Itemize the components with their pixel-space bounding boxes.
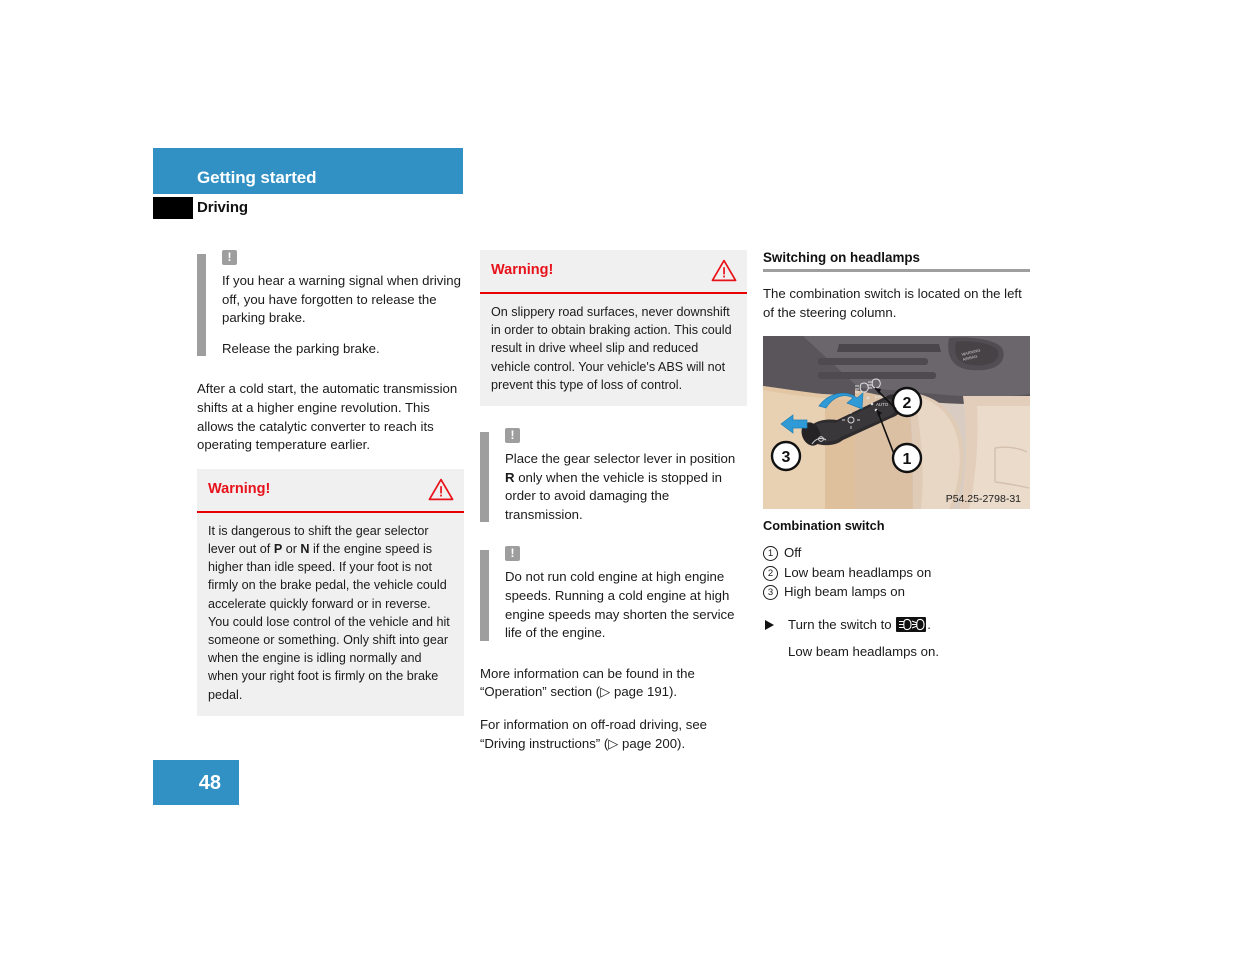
figure-caption: Combination switch [763,518,885,534]
section-heading-rule [763,269,1030,272]
warning-box-downshift: Warning! On slippery road surfaces, neve… [480,250,747,407]
note-paragraph: Release the parking brake. [222,340,380,356]
warning-text: On slippery road surfaces, never downshi… [491,305,732,392]
page-title: Getting started [197,168,317,187]
subsection-header-row: Driving [153,196,463,224]
warning-box-gear-selector: Warning! It is dangerous to shift the ge… [197,468,464,716]
warning-body: It is dangerous to shift the gear select… [197,513,464,716]
warning-title: Warning! [208,480,271,497]
instruction-step-turn-switch: Turn the switch to . [763,616,1030,635]
warning-triangle-icon [428,478,454,501]
note-side-bar [480,432,489,523]
list-item: 2 Low beam headlamps on [763,563,1030,583]
content-column-3: Switching on headlamps The combination s… [763,250,1030,662]
callout-number: 1 [763,546,778,562]
instruction-step-result: Low beam headlamps on. [788,644,940,660]
note-exclamation-icon [505,427,520,444]
callout-number: 2 [763,565,778,581]
note-paragraph: Place the gear selector lever in positio… [505,451,736,522]
content-column-1: If you hear a warning signal when drivin… [197,249,464,738]
note-block-reverse-gear: Place the gear selector lever in positio… [480,427,747,524]
section-header-band: Getting started [153,148,463,194]
svg-text:AUTO: AUTO [876,402,889,407]
note-paragraph: Do not run cold engine at high engine sp… [505,569,735,641]
section-heading-headlamps: Switching on headlamps [763,250,920,265]
legend-label: Low beam headlamps on [784,564,932,580]
warning-body: On slippery road surfaces, never downshi… [480,294,747,406]
note-exclamation-icon [505,545,520,562]
subsection-title: Driving [197,199,248,216]
note-block-cold-engine: Do not run cold engine at high engine sp… [480,545,747,642]
paragraph-off-road: For information on off-road driving, see… [480,716,707,751]
warning-triangle-icon [711,259,737,282]
note-paragraph: If you hear a warning signal when drivin… [222,273,461,326]
list-item: 1 Off [763,543,1030,563]
figure-reference-code: P54.25-2798-31 [946,493,1021,505]
figure-legend-list: 1 Off 2 Low beam headlamps on 3 High bea… [763,543,1030,602]
paragraph-combination-switch-intro: The combination switch is located on the… [763,286,1022,320]
page-number: 48 [198,772,221,794]
warning-header: Warning! [480,250,747,294]
paragraph-cold-start: After a cold start, the automatic transm… [197,381,458,453]
subsection-marker-block [153,197,193,219]
page-number-tab: 48 [153,760,239,805]
svg-text:3: 3 [782,449,791,466]
callout-number: 3 [763,585,778,601]
step-text-suffix: . [927,616,931,632]
step-text-prefix: Turn the switch to [788,616,896,632]
warning-text: It is dangerous to shift the gear select… [208,523,450,702]
note-exclamation-icon [222,249,237,265]
list-item: 3 High beam lamps on [763,582,1030,602]
warning-title: Warning! [491,262,554,278]
legend-label: High beam lamps on [784,584,905,600]
svg-text:1: 1 [903,451,912,468]
triangle-bullet-icon [765,619,774,630]
content-column-2: Warning! On slippery road surfaces, neve… [480,250,747,753]
svg-text:2: 2 [903,395,912,412]
low-beam-headlamp-icon [896,616,927,632]
paragraph-more-information: More information can be found in the “Op… [480,665,695,700]
warning-header: Warning! [197,469,464,513]
note-block-parking-brake: If you hear a warning signal when drivin… [197,249,464,358]
combination-switch-photo: WARNING AIRBAG AUTO park 2 1 3 P54.25-27… [763,336,1030,510]
note-side-bar [480,550,489,641]
note-side-bar [197,254,206,357]
legend-label: Off [784,545,802,561]
